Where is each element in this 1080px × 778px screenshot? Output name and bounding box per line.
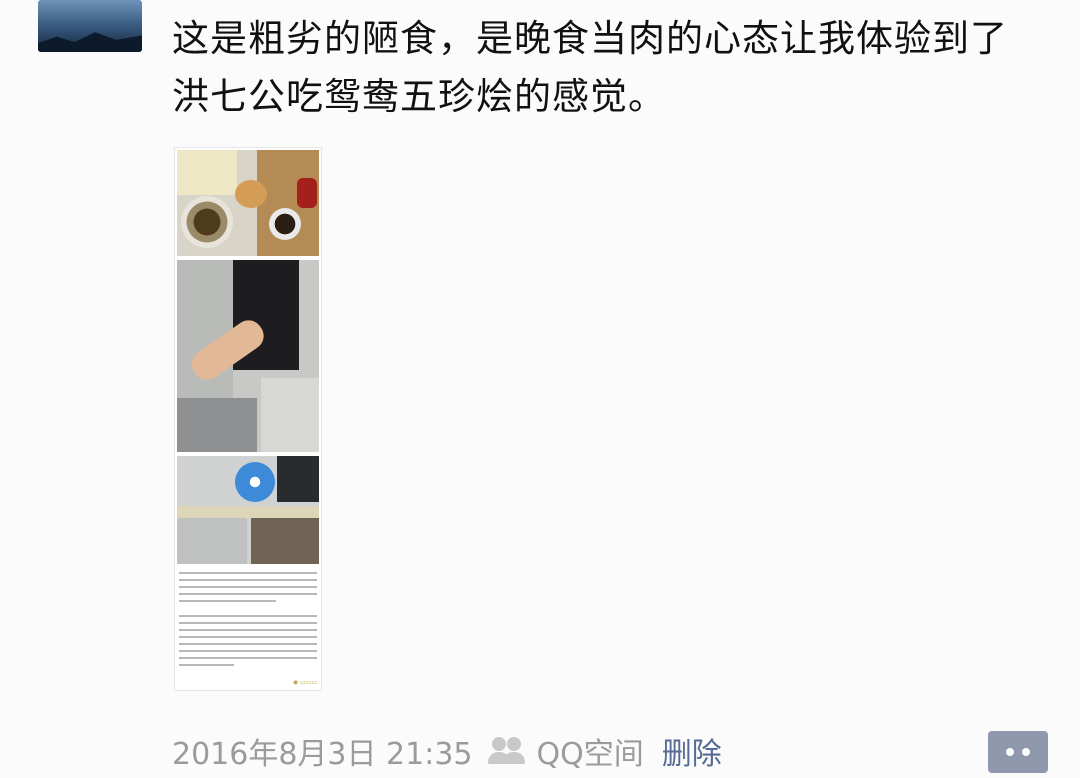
post-long-image[interactable]: ◉ ▭▭▭ — [174, 147, 322, 691]
dots-icon — [1006, 748, 1014, 756]
snack-bowl — [235, 180, 267, 208]
post-text-line-1: 这是粗劣的陋食，是晚食当肉的心态让我体验到了 — [172, 17, 1008, 60]
caption-line — [179, 657, 317, 659]
photo-food — [177, 150, 319, 256]
drawer — [251, 518, 319, 564]
caption-line — [179, 593, 317, 595]
gray-sleeve — [177, 398, 257, 452]
caption-line — [179, 572, 317, 574]
caption-line — [179, 600, 276, 602]
avatar-mountain-ridge — [38, 32, 142, 52]
long-image-caption — [179, 572, 317, 671]
caption-line — [179, 664, 235, 666]
watermark-logo: ◉ ▭▭▭ — [292, 679, 317, 686]
monitor — [277, 456, 319, 502]
sauce-cup — [269, 208, 301, 240]
moment-post: 这是粗劣的陋食，是晚食当肉的心态让我体验到了 洪七公吃鸳鸯五珍烩的感觉。 ◉ ▭… — [0, 0, 1080, 778]
desk-surface — [177, 506, 319, 518]
post-timestamp: 2016年8月3日 21:35 — [172, 737, 473, 772]
comment-button[interactable] — [988, 731, 1048, 773]
caption-line — [179, 586, 317, 588]
blue-fan — [235, 462, 275, 502]
caption-gap — [179, 607, 317, 615]
post-source: QQ空间 — [536, 737, 644, 772]
food-box — [177, 150, 237, 195]
caption-line — [179, 650, 317, 652]
delete-button[interactable]: 删除 — [662, 729, 722, 773]
post-text-line-2: 洪七公吃鸳鸯五珍烩的感觉。 — [172, 75, 666, 118]
caption-line — [179, 622, 317, 624]
photo-desk-fan — [177, 456, 319, 564]
post-text: 这是粗劣的陋食，是晚食当肉的心态让我体验到了 洪七公吃鸳鸯五珍烩的感觉。 — [172, 10, 1052, 126]
caption-line — [179, 629, 317, 631]
cabinet — [177, 518, 247, 564]
caption-line — [179, 615, 317, 617]
desk-papers — [261, 378, 319, 452]
red-bottle — [297, 178, 317, 208]
caption-line — [179, 636, 317, 638]
photo-door — [177, 260, 319, 452]
people-icon — [487, 737, 527, 765]
dots-icon — [1022, 748, 1030, 756]
avatar[interactable] — [38, 0, 142, 52]
noodle-bowl — [181, 196, 233, 248]
caption-line — [179, 579, 317, 581]
caption-line — [179, 643, 317, 645]
post-footer: 2016年8月3日 21:35 QQ空间 删除 — [172, 728, 722, 774]
